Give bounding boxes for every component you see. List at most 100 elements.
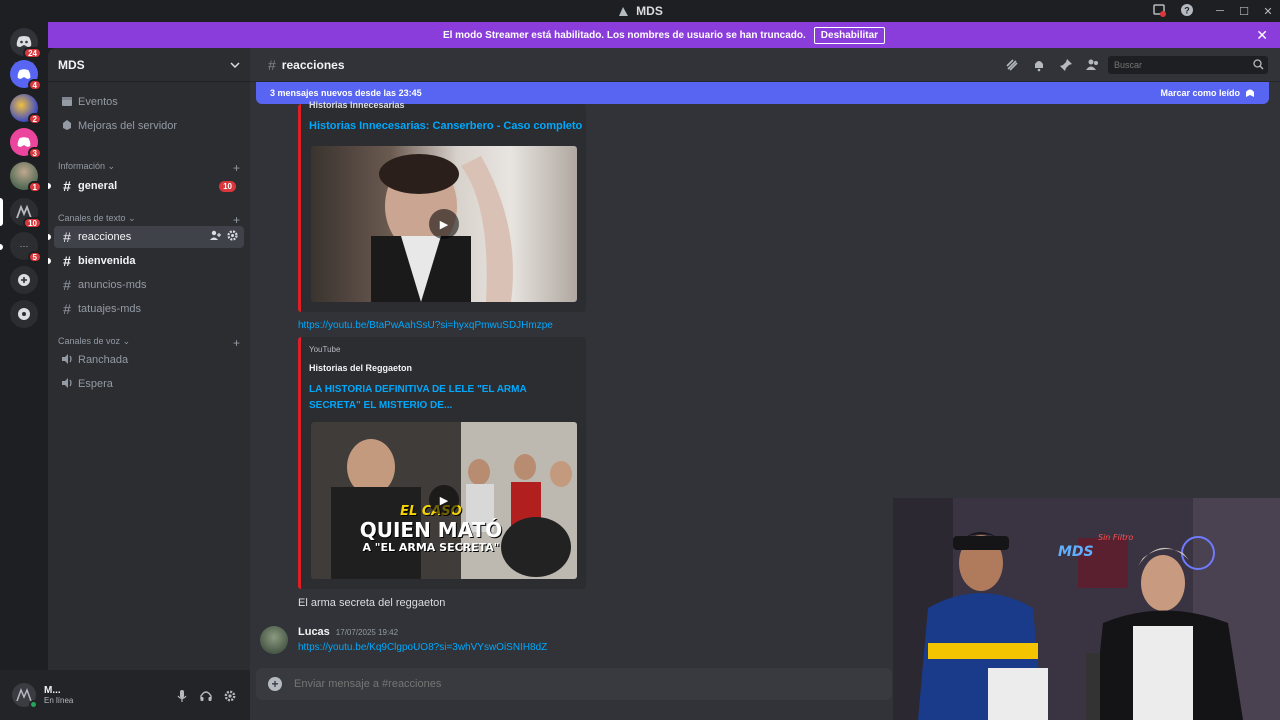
user-avatar[interactable] [12, 683, 38, 709]
mention-badge: 24 [23, 47, 42, 59]
hashtag-icon: # [63, 253, 71, 269]
embed-provider: YouTube [309, 345, 341, 354]
hashtag-icon: # [63, 301, 71, 317]
svg-text:?: ? [1184, 6, 1190, 16]
chevron-down-icon: ⌄ [122, 336, 131, 346]
explore-button[interactable] [10, 300, 38, 328]
mention-badge: 4 [27, 79, 42, 91]
streamer-mode-text: El modo Streamer está habilitado. Los no… [442, 29, 806, 41]
settings-gear-icon[interactable] [224, 689, 236, 702]
play-button[interactable]: ▶ [429, 209, 459, 239]
server-name: MDS [58, 57, 85, 72]
server-icon-mds[interactable]: 10 [10, 198, 42, 229]
discord-window: MDS ? ─ ☐ ✕ 24 4 2 3 1 10 ··· 5 El modo … [0, 0, 1280, 720]
unread-indicator [48, 183, 51, 189]
voice-channel-espera[interactable]: Espera [54, 373, 244, 395]
discord-logo-icon [17, 68, 31, 79]
message-content: El arma secreta del reggaeton [298, 597, 446, 609]
mention-badge: 1 [27, 181, 42, 193]
embed-provider: Historias Innecesarias [309, 100, 405, 110]
username: M... [44, 685, 61, 696]
pin-icon[interactable] [1059, 58, 1073, 72]
channel-tatuajes-mds[interactable]: # tatuajes-mds [54, 298, 244, 320]
category-informacion[interactable]: Información ⌄ + [58, 161, 240, 175]
webcam-overlay: MDS Sin Filtro [893, 498, 1280, 720]
new-messages-bar[interactable]: 3 mensajes nuevos desde las 23:45 Marcar… [256, 82, 1269, 104]
channel-bienvenida[interactable]: # bienvenida [48, 250, 244, 272]
chevron-down-icon: ⌄ [107, 161, 116, 171]
add-channel-icon[interactable]: + [233, 213, 240, 227]
search-icon [1253, 59, 1264, 70]
channel-title: reacciones [281, 57, 345, 72]
embed-author[interactable]: Historias del Reggaeton [309, 363, 412, 373]
message-header: Lucas 17/07/2025 19:42 [298, 626, 398, 638]
attach-plus-icon[interactable]: + [268, 677, 282, 691]
server-icon [619, 7, 629, 16]
inbox-icon[interactable] [1152, 3, 1166, 17]
channel-reacciones[interactable]: # reacciones [48, 226, 244, 248]
maximize-button[interactable]: ☐ [1232, 5, 1256, 18]
minimize-button[interactable]: ─ [1208, 5, 1232, 17]
discord-logo-icon [17, 136, 31, 147]
voice-channel-ranchada[interactable]: Ranchada [54, 349, 244, 371]
message-composer: + [256, 668, 892, 700]
sidebar-item-events[interactable]: Eventos [54, 91, 244, 113]
message-avatar[interactable] [260, 626, 288, 654]
close-banner-icon[interactable]: ✕ [1256, 27, 1268, 44]
user-info[interactable]: M... En línea [44, 685, 73, 705]
message-author[interactable]: Lucas [298, 626, 330, 638]
embed-title-link[interactable]: LA HISTORIA DEFINITIVA DE LELE "EL ARMA … [309, 382, 569, 414]
server-icon-4[interactable]: 3 [10, 128, 42, 159]
selected-server-indicator [0, 198, 3, 226]
thumbnail-caption: EL CASO QUIEN MATÓ A "EL ARMA SECRETA" [359, 504, 503, 554]
hashtag-icon: # [63, 277, 71, 293]
search-input[interactable] [1108, 56, 1268, 74]
server-icon-7[interactable]: ··· 5 [10, 232, 42, 263]
chevron-down-icon [230, 61, 240, 68]
threads-icon[interactable] [1005, 58, 1019, 72]
online-status-dot [29, 700, 38, 709]
category-canales-texto[interactable]: Canales de texto ⌄ + [58, 213, 240, 227]
add-channel-icon[interactable]: + [233, 161, 240, 175]
server-header[interactable]: MDS [48, 48, 250, 82]
mention-badge: 5 [27, 251, 42, 263]
unread-indicator [0, 244, 3, 250]
webcam-image: MDS Sin Filtro [893, 498, 1280, 720]
sidebar-item-boosts[interactable]: Mejoras del servidor [54, 115, 244, 137]
embed-title-link[interactable]: Historias Innecesarias: Canserbero - Cas… [309, 120, 582, 132]
members-icon[interactable] [1086, 58, 1100, 72]
video-thumbnail[interactable]: ▶ [311, 146, 577, 302]
mark-as-read-button[interactable]: Marcar como leído [1160, 88, 1255, 98]
help-icon[interactable]: ? [1180, 3, 1194, 17]
gear-icon[interactable] [227, 230, 238, 244]
add-server-button[interactable] [10, 266, 38, 294]
youtube-embed: Historias Innecesarias Historias Inneces… [298, 100, 586, 312]
youtube-embed: YouTube Historias del Reggaeton LA HISTO… [298, 337, 586, 589]
invite-icon[interactable] [210, 230, 221, 244]
message-input[interactable] [294, 678, 854, 690]
channel-anuncios-mds[interactable]: # anuncios-mds [54, 274, 244, 296]
mark-read-icon [1246, 89, 1254, 97]
disable-streamer-button[interactable]: Deshabilitar [813, 26, 886, 44]
message-link[interactable]: https://youtu.be/BtaPwAahSsU?si=hyxqPmwu… [298, 320, 553, 331]
server-icon-2[interactable]: 4 [10, 60, 42, 91]
video-thumbnail[interactable]: EL CASO QUIEN MATÓ A "EL ARMA SECRETA" ▶ [311, 422, 577, 579]
message-link[interactable]: https://youtu.be/Kq9ClgpoUO8?si=3whVYswO… [298, 642, 547, 653]
discord-home-button[interactable]: 24 [10, 28, 42, 59]
mention-badge: 3 [27, 147, 42, 159]
bell-icon[interactable] [1032, 58, 1046, 72]
chevron-down-icon: ⌄ [128, 213, 136, 223]
play-button[interactable]: ▶ [429, 485, 459, 515]
mention-badge: 10 [23, 217, 42, 229]
server-icon-3[interactable]: 2 [10, 94, 42, 125]
compass-icon [18, 308, 30, 320]
category-canales-voz[interactable]: Canales de voz ⌄ + [58, 336, 240, 350]
microphone-icon[interactable] [176, 689, 188, 702]
close-window-button[interactable]: ✕ [1256, 5, 1280, 18]
window-title: MDS [617, 4, 663, 18]
headphones-icon[interactable] [200, 689, 212, 701]
server-icon-5[interactable]: 1 [10, 162, 42, 193]
channel-general[interactable]: # general 10 [48, 175, 244, 197]
add-channel-icon[interactable]: + [233, 336, 240, 350]
unread-indicator [48, 258, 51, 264]
